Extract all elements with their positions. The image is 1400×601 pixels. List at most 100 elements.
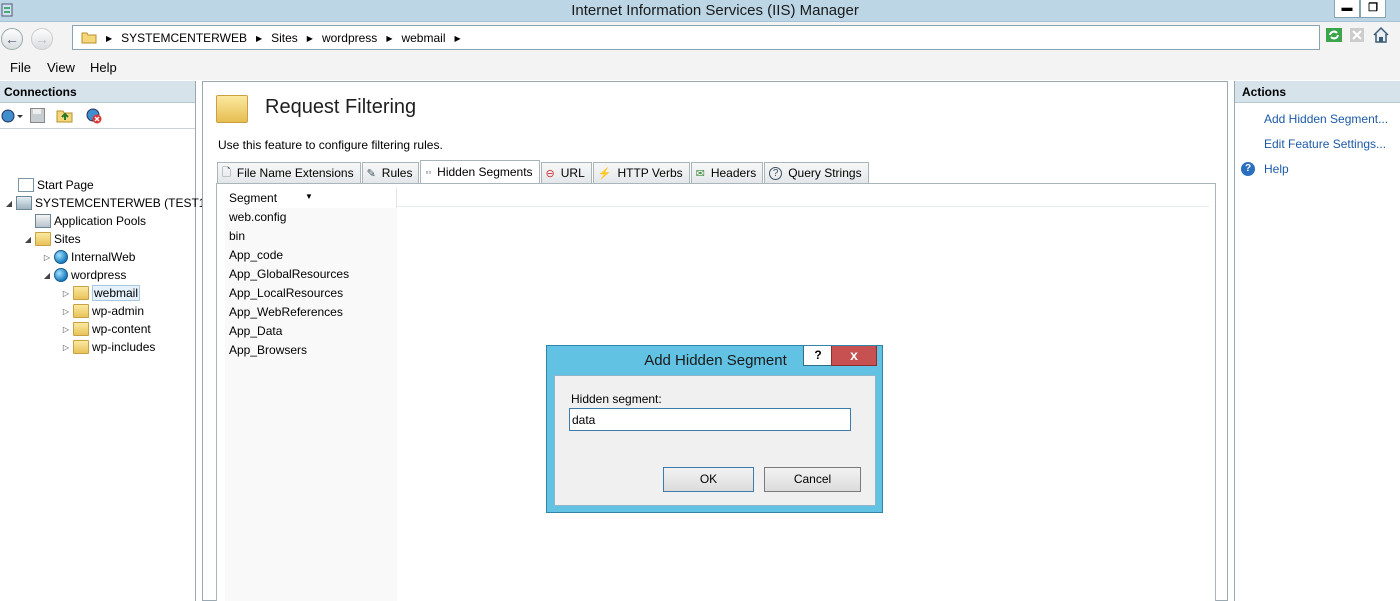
help-link[interactable]: Help [1264,162,1289,176]
list-item[interactable]: App_GlobalResources [229,267,349,286]
back-button[interactable]: ← [1,28,23,50]
breadcrumb-item-webmail[interactable]: webmail [401,31,445,45]
breadcrumb-arrow-icon[interactable]: ▶ [454,34,460,43]
tab-label: Query Strings [788,166,862,180]
breadcrumb-arrow-icon[interactable]: ▶ [256,34,262,43]
expand-arrow-icon[interactable]: ▷ [61,325,71,334]
breadcrumb-arrow-icon[interactable]: ▶ [307,34,313,43]
minimize-button[interactable]: ▬ [1334,0,1360,18]
tree-node-wp-includes[interactable]: ▷ wp-includes [61,338,155,356]
tab-headers[interactable]: ✉ Headers [690,162,764,183]
menu-file[interactable]: File [10,60,31,75]
list-item[interactable]: App_code [229,248,283,267]
add-hidden-segment-dialog: Add Hidden Segment ? x Hidden segment: O… [546,345,883,513]
tab-http-verbs[interactable]: ⚡ HTTP Verbs [592,162,690,183]
title-bar: Internet Information Services (IIS) Mana… [0,0,1400,22]
dialog-close-button[interactable]: x [831,346,877,366]
refresh-icon[interactable] [1326,28,1342,42]
address-box[interactable]: ▶ SYSTEMCENTERWEB ▶ Sites ▶ wordpress ▶ … [72,25,1320,50]
add-hidden-segment-link[interactable]: Add Hidden Segment... [1264,112,1388,126]
list-item[interactable]: App_LocalResources [229,286,343,305]
up-icon[interactable] [56,107,73,123]
feature-view: Request Filtering Use this feature to co… [202,81,1228,601]
menu-help[interactable]: Help [90,60,117,75]
actions-panel: Actions Add Hidden Segment... Edit Featu… [1234,81,1400,601]
address-bar: ← → ▶ SYSTEMCENTERWEB ▶ Sites ▶ wordpres… [0,22,1400,54]
tree-node-label: InternalWeb [71,250,136,264]
list-item[interactable]: App_WebReferences [229,305,343,324]
tree-node-start-page[interactable]: Start Page [6,176,94,194]
tree-node-wordpress[interactable]: ◢ wordpress [42,266,126,284]
tree-node-label: wp-admin [92,304,145,318]
maximize-button[interactable]: ❐ [1360,0,1386,18]
dialog-help-button[interactable]: ? [803,346,833,366]
tree-node-wp-content[interactable]: ▷ wp-content [61,320,151,338]
tree-node-wp-admin[interactable]: ▷ wp-admin [61,302,144,320]
folder-icon [73,304,89,318]
tree-node-label: Start Page [37,178,94,192]
url-deny-icon: ⊖ [545,167,555,180]
collapse-arrow-icon[interactable]: ◢ [42,271,52,280]
tab-label: URL [560,166,585,180]
expand-arrow-icon[interactable]: ▷ [61,343,71,352]
feature-description: Use this feature to configure filtering … [218,138,443,152]
actions-header: Actions [1235,81,1400,103]
hidden-segments-icon: ▫▫ [425,167,432,177]
breadcrumb-arrow-icon[interactable]: ▶ [106,34,112,43]
tree-node-label: wp-content [92,322,151,336]
tree-node-sites[interactable]: ◢ Sites [23,230,81,248]
server-icon [16,196,32,210]
list-item[interactable]: bin [229,229,245,248]
tree-node-webmail[interactable]: ▷ webmail [61,284,141,302]
headers-icon: ✉ [695,167,705,180]
forward-button[interactable]: → [31,28,53,50]
tree-node-label: wordpress [71,268,127,282]
menu-view[interactable]: View [47,60,75,75]
list-item[interactable]: App_Data [229,324,282,343]
folder-icon [73,340,89,354]
tree-node-label: Sites [54,232,81,246]
tab-rules[interactable]: ✎ Rules [361,162,420,183]
tree-node-internalweb[interactable]: ▷ InternalWeb [42,248,135,266]
connect-icon[interactable] [1,108,23,124]
breadcrumb-arrow-icon[interactable]: ▶ [386,34,392,43]
feature-folder-icon [216,95,248,123]
disconnect-icon[interactable] [85,107,103,124]
stop-icon[interactable] [1350,28,1364,42]
start-page-icon [18,178,34,192]
menu-bar: File View Help [0,54,1400,80]
help-icon: ? [1241,162,1255,176]
expand-arrow-icon[interactable]: ▷ [61,289,71,298]
breadcrumb: ▶ SYSTEMCENTERWEB ▶ Sites ▶ wordpress ▶ … [103,31,470,45]
tree-node-label: webmail [92,285,141,301]
expand-arrow-icon[interactable]: ▷ [42,253,52,262]
edit-feature-settings-link[interactable]: Edit Feature Settings... [1264,137,1386,151]
list-item[interactable]: App_Browsers [229,343,307,362]
hidden-segment-input[interactable] [569,408,851,431]
cancel-button[interactable]: Cancel [764,467,861,492]
breadcrumb-item-wordpress[interactable]: wordpress [322,31,377,45]
tab-url[interactable]: ⊖ URL [540,162,592,183]
file-extension-icon: 🗋 [222,166,231,179]
home-icon[interactable] [1372,26,1390,44]
ok-button[interactable]: OK [663,467,754,492]
collapse-arrow-icon[interactable]: ◢ [4,199,14,208]
tab-file-name-extensions[interactable]: 🗋 File Name Extensions [217,162,361,183]
column-header-segment[interactable]: Segment ▼ [225,188,397,208]
tab-hidden-segments[interactable]: ▫▫ Hidden Segments [420,160,540,183]
tree-node-server[interactable]: ◢ SYSTEMCENTERWEB (TEST1\ [4,194,209,212]
globe-icon [54,250,68,264]
feature-tabs: 🗋 File Name Extensions ✎ Rules ▫▫ Hidden… [217,160,870,183]
breadcrumb-item-sites[interactable]: Sites [271,31,298,45]
tree-node-application-pools[interactable]: Application Pools [23,212,146,230]
save-icon[interactable] [30,108,45,123]
expand-arrow-icon[interactable]: ▷ [61,307,71,316]
http-verbs-icon: ⚡ [597,167,612,180]
tab-label: Rules [381,166,413,180]
collapse-arrow-icon[interactable]: ◢ [23,235,33,244]
breadcrumb-item-systemcenterweb[interactable]: SYSTEMCENTERWEB [121,31,247,45]
connections-toolbar [0,103,195,129]
tab-query-strings[interactable]: ? Query Strings [764,162,869,183]
list-item[interactable]: web.config [229,210,286,229]
dialog-body: Hidden segment: OK Cancel [554,375,876,506]
